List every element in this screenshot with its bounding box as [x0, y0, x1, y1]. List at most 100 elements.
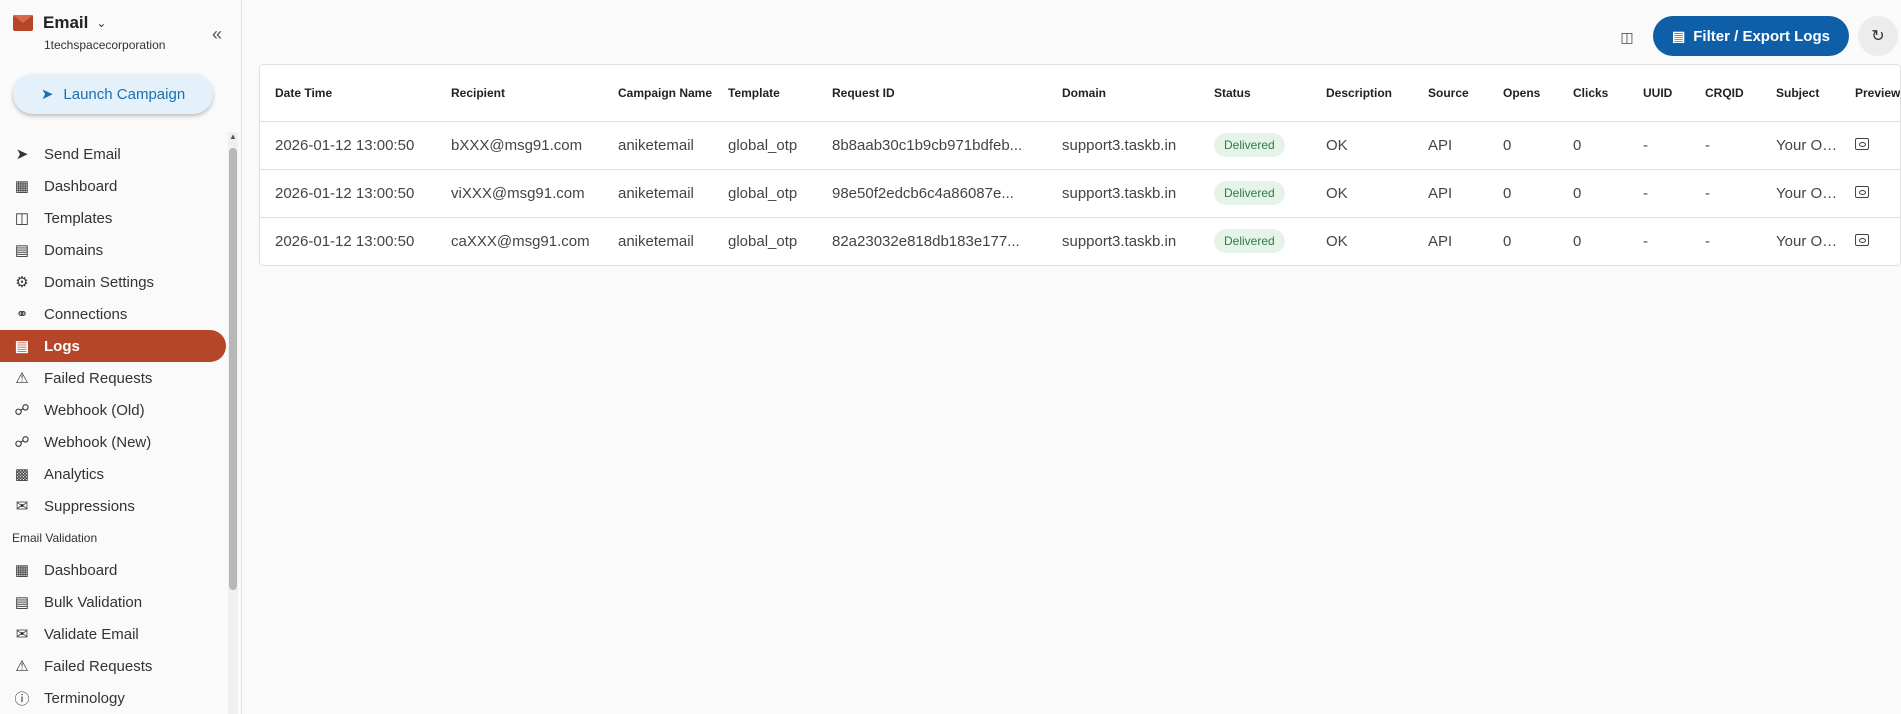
- sidebar: Email ⌄ 1techspacecorporation « ➤ Launch…: [0, 0, 242, 714]
- org-name: 1techspacecorporation: [44, 38, 166, 52]
- webhook-icon: ☍: [14, 434, 30, 451]
- cell-uuid: -: [1628, 121, 1690, 170]
- sidebar-item-label: Webhook (New): [44, 433, 152, 451]
- cell-template: global_otp: [713, 217, 817, 265]
- dashboard-icon: ▦: [14, 562, 30, 579]
- sidebar-item-validate-email[interactable]: ✉ Validate Email: [0, 618, 226, 650]
- brand[interactable]: Email ⌄: [13, 13, 106, 33]
- cell-crqid: -: [1690, 121, 1761, 170]
- filter-export-logs-button[interactable]: ▤ Filter / Export Logs: [1653, 16, 1849, 56]
- cell-recipient: viXXX@msg91.com: [436, 169, 603, 218]
- mail-block-icon: ✉: [15, 498, 29, 515]
- column-header[interactable]: Clicks: [1558, 65, 1628, 122]
- refresh-icon: ↻: [1871, 28, 1885, 45]
- sidebar-item-terminology[interactable]: ⓘ Terminology: [0, 682, 226, 714]
- column-header[interactable]: Campaign Name: [603, 65, 713, 122]
- gear-icon: ⚙: [15, 274, 29, 291]
- cell-template: global_otp: [713, 169, 817, 218]
- column-header[interactable]: Date Time: [260, 65, 436, 122]
- table-row[interactable]: 2026-01-12 13:00:50 viXXX@msg91.com anik…: [260, 169, 1900, 218]
- column-header[interactable]: Recipient: [436, 65, 603, 122]
- sidebar-item-label: Failed Requests: [44, 369, 153, 387]
- cell-campaign: aniketemail: [603, 169, 713, 218]
- column-header[interactable]: Source: [1413, 65, 1488, 122]
- preview-icon[interactable]: [1855, 137, 1869, 150]
- cell-uuid: -: [1628, 217, 1690, 265]
- cell-datetime: 2026-01-12 13:00:50: [260, 169, 436, 218]
- sidebar-item-send-email[interactable]: ➤ Send Email: [0, 138, 226, 170]
- app-name: Email: [43, 13, 89, 32]
- column-header[interactable]: UUID: [1628, 65, 1690, 122]
- info-icon: ⓘ: [14, 690, 30, 708]
- sidebar-item-templates[interactable]: ◫ Templates: [0, 202, 226, 234]
- launch-campaign-button[interactable]: ➤ Launch Campaign: [13, 74, 213, 114]
- preview-icon[interactable]: [1855, 233, 1869, 246]
- table-header-row: Date Time Recipient Campaign Name Templa…: [260, 65, 1900, 122]
- sidebar-item-logs[interactable]: ▤ Logs: [0, 330, 226, 362]
- cell-uuid: -: [1628, 169, 1690, 218]
- column-header[interactable]: Template: [713, 65, 817, 122]
- refresh-button[interactable]: ↻: [1858, 16, 1898, 56]
- main-content: ◫ ▤ Filter / Export Logs ↻ Date Time Rec…: [243, 0, 1901, 714]
- sidebar-item-webhook-old[interactable]: ☍ Webhook (Old): [0, 394, 226, 426]
- sidebar-item-connections[interactable]: ⚭ Connections: [0, 298, 226, 330]
- sidebar-item-domain-settings[interactable]: ⚙ Domain Settings: [0, 266, 226, 298]
- table-row[interactable]: 2026-01-12 13:00:50 caXXX@msg91.com anik…: [260, 217, 1900, 265]
- sidebar-item-domains[interactable]: ▤ Domains: [0, 234, 226, 266]
- collapse-sidebar-icon[interactable]: «: [212, 24, 222, 45]
- sidebar-item-failed-requests[interactable]: ⚠ Failed Requests: [0, 362, 226, 394]
- cell-clicks: 0: [1558, 169, 1628, 218]
- chevron-down-icon[interactable]: ⌄: [96, 16, 106, 30]
- send-icon: ➤: [15, 146, 29, 163]
- status-badge: Delivered: [1214, 133, 1285, 157]
- column-header[interactable]: Description: [1311, 65, 1413, 122]
- email-logo-icon: [13, 15, 33, 31]
- sidebar-item-webhook-new[interactable]: ☍ Webhook (New): [0, 426, 226, 458]
- column-header[interactable]: Request ID: [817, 65, 1047, 122]
- cell-subject: Your OTP: [1761, 169, 1840, 218]
- cell-subject: Your OTP: [1761, 121, 1840, 170]
- column-header[interactable]: CRQID: [1690, 65, 1761, 122]
- cell-campaign: aniketemail: [603, 121, 713, 170]
- cell-source: API: [1413, 169, 1488, 218]
- status-badge: Delivered: [1214, 181, 1285, 205]
- sidebar-item-bulk-validation[interactable]: ▤ Bulk Validation: [0, 586, 226, 618]
- sidebar-item-validation-failed-requests[interactable]: ⚠ Failed Requests: [0, 650, 226, 682]
- column-header[interactable]: Status: [1199, 65, 1311, 122]
- sidebar-item-suppressions[interactable]: ✉ Suppressions: [0, 490, 226, 522]
- column-header[interactable]: Subject: [1761, 65, 1840, 122]
- logs-table: Date Time Recipient Campaign Name Templa…: [259, 64, 1901, 266]
- sidebar-item-label: Logs: [44, 337, 80, 355]
- cell-datetime: 2026-01-12 13:00:50: [260, 217, 436, 265]
- section-label-email-validation: Email Validation: [12, 531, 98, 545]
- domains-icon: ▤: [14, 242, 30, 259]
- sidebar-item-label: Analytics: [44, 465, 105, 483]
- filter-export-logs-label: Filter / Export Logs: [1693, 27, 1830, 45]
- columns-icon[interactable]: ◫: [1616, 26, 1638, 48]
- launch-campaign-label: Launch Campaign: [63, 85, 186, 103]
- sidebar-item-label: Webhook (Old): [44, 401, 145, 419]
- dashboard-icon: ▦: [14, 178, 30, 195]
- cell-request-id: 8b8aab30c1b9cb971bdfeb...: [817, 121, 1047, 170]
- sidebar-item-label: Terminology: [44, 689, 125, 707]
- sidebar-scrollbar[interactable]: ▲: [228, 132, 238, 714]
- column-header[interactable]: Preview: [1840, 65, 1900, 122]
- scroll-up-arrow-icon[interactable]: ▲: [228, 132, 238, 142]
- preview-icon[interactable]: [1855, 185, 1869, 198]
- column-header[interactable]: Domain: [1047, 65, 1199, 122]
- table-row[interactable]: 2026-01-12 13:00:50 bXXX@msg91.com anike…: [260, 121, 1900, 170]
- cell-recipient: caXXX@msg91.com: [436, 217, 603, 265]
- cell-status: Delivered: [1199, 121, 1311, 170]
- sidebar-item-analytics[interactable]: ▩ Analytics: [0, 458, 226, 490]
- cell-clicks: 0: [1558, 217, 1628, 265]
- cell-request-id: 98e50f2edcb6c4a86087e...: [817, 169, 1047, 218]
- sidebar-item-validation-dashboard[interactable]: ▦ Dashboard: [0, 554, 226, 586]
- sidebar-item-label: Dashboard: [44, 177, 118, 195]
- webhook-icon: ☍: [14, 402, 30, 419]
- column-header[interactable]: Opens: [1488, 65, 1558, 122]
- status-badge: Delivered: [1214, 229, 1285, 253]
- scrollbar-thumb[interactable]: [229, 148, 237, 590]
- cell-template: global_otp: [713, 121, 817, 170]
- sidebar-item-dashboard[interactable]: ▦ Dashboard: [0, 170, 226, 202]
- cell-domain: support3.taskb.in: [1047, 169, 1199, 218]
